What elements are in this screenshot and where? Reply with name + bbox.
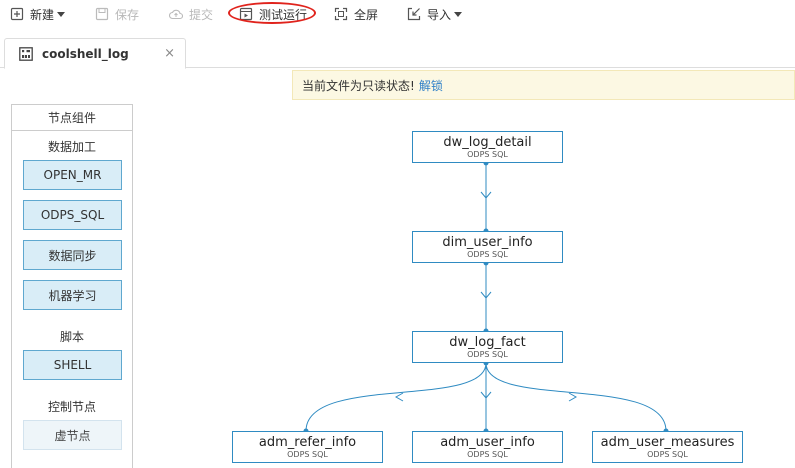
- node-name: adm_refer_info: [258, 435, 357, 450]
- new-label: 新建: [30, 7, 55, 22]
- section-label-control-nodes: 控制节点: [47, 400, 96, 414]
- node-type: ODPS SQL: [467, 450, 508, 459]
- new-button[interactable]: 新建: [10, 4, 66, 24]
- submit-label: 提交: [189, 7, 214, 22]
- fullscreen-icon: [334, 7, 348, 21]
- save-icon: [95, 7, 109, 21]
- component-shell[interactable]: SHELL: [23, 350, 122, 380]
- tab-label: coolshell_log: [42, 46, 129, 61]
- test-run-icon: [239, 7, 253, 21]
- node-name: adm_user_measures: [600, 435, 735, 450]
- node-adm-user-measures[interactable]: adm_user_measures ODPS SQL: [592, 431, 743, 463]
- chevron-down-icon: [454, 11, 463, 17]
- upload-cloud-icon: [169, 9, 183, 20]
- close-icon[interactable]: ×: [164, 47, 175, 60]
- node-type: ODPS SQL: [287, 450, 328, 459]
- test-run-label: 测试运行: [259, 7, 308, 22]
- node-components-panel: 节点组件 数据加工 OPEN_MR ODPS_SQL 数据同步 机器学习 脚本 …: [11, 104, 133, 468]
- section-label-data-processing: 数据加工: [47, 140, 96, 154]
- toolbar: 新建 保存 提交 测试运行 全屏 导入: [0, 0, 795, 30]
- node-dim-user-info[interactable]: dim_user_info ODPS SQL: [412, 231, 563, 263]
- node-name: adm_user_info: [440, 435, 535, 450]
- import-button[interactable]: 导入: [407, 4, 463, 24]
- node-type: ODPS SQL: [467, 250, 508, 259]
- component-open-mr[interactable]: OPEN_MR: [23, 160, 122, 190]
- component-odps-sql[interactable]: ODPS_SQL: [23, 200, 122, 230]
- workflow-canvas[interactable]: dw_log_detail ODPS SQL dim_user_info ODP…: [140, 104, 795, 468]
- readonly-notice: 当前文件为只读状态! 解锁: [292, 70, 795, 100]
- node-name: dw_log_detail: [443, 135, 532, 150]
- node-dw-log-detail[interactable]: dw_log_detail ODPS SQL: [412, 131, 563, 163]
- readonly-notice-text: 当前文件为只读状态!: [302, 78, 415, 93]
- fullscreen-label: 全屏: [354, 7, 379, 22]
- node-name: dw_log_fact: [449, 335, 526, 350]
- arrow-icon: [568, 392, 578, 402]
- tab-bar: coolshell_log ×: [0, 34, 795, 69]
- component-data-sync[interactable]: 数据同步: [23, 240, 122, 270]
- new-file-icon: [10, 7, 24, 21]
- component-virtual-node[interactable]: 虚节点: [23, 420, 122, 450]
- component-machine-learning[interactable]: 机器学习: [23, 280, 122, 310]
- arrow-icon: [394, 392, 404, 402]
- import-label: 导入: [427, 7, 452, 22]
- node-adm-refer-info[interactable]: adm_refer_info ODPS SQL: [232, 431, 383, 463]
- tab-coolshell-log[interactable]: coolshell_log ×: [4, 38, 186, 69]
- node-type: ODPS SQL: [467, 350, 508, 359]
- save-label: 保存: [115, 7, 140, 22]
- node-type: ODPS SQL: [467, 150, 508, 159]
- unlock-link[interactable]: 解锁: [419, 77, 443, 94]
- section-label-script: 脚本: [59, 330, 84, 344]
- panel-title: 节点组件: [12, 105, 132, 131]
- chevron-down-icon: [57, 11, 66, 17]
- node-dw-log-fact[interactable]: dw_log_fact ODPS SQL: [412, 331, 563, 363]
- node-adm-user-info[interactable]: adm_user_info ODPS SQL: [412, 431, 563, 463]
- node-type: ODPS SQL: [647, 450, 688, 459]
- test-run-button[interactable]: 测试运行: [239, 4, 307, 24]
- save-button[interactable]: 保存: [95, 4, 139, 24]
- submit-button[interactable]: 提交: [169, 4, 213, 24]
- node-name: dim_user_info: [442, 235, 533, 250]
- fullscreen-button[interactable]: 全屏: [334, 4, 378, 24]
- workflow-file-icon: [19, 46, 33, 61]
- import-icon: [407, 7, 421, 21]
